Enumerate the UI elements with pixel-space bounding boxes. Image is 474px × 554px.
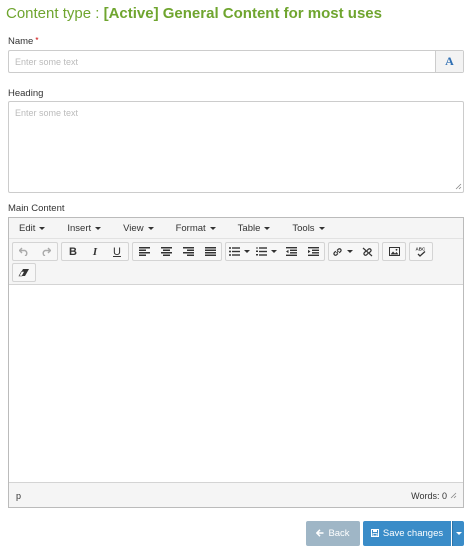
chevron-down-icon <box>347 250 353 253</box>
editor-statusbar: p Words: 0 <box>9 484 463 507</box>
chevron-down-icon <box>95 226 102 230</box>
chevron-down-icon <box>147 226 154 230</box>
align-justify-icon[interactable] <box>199 243 221 260</box>
save-changes-button[interactable]: Save changes <box>363 521 451 546</box>
menu-insert[interactable]: Insert <box>61 223 102 234</box>
heading-textarea[interactable] <box>8 101 464 193</box>
editor-content-area[interactable] <box>9 284 463 483</box>
content-type-name: [Active] General Content for most uses <box>103 5 382 22</box>
bullet-list-icon[interactable] <box>226 243 253 260</box>
resize-grip-icon[interactable] <box>450 492 457 499</box>
align-center-icon[interactable] <box>155 243 177 260</box>
align-left-icon[interactable] <box>133 243 155 260</box>
link-group <box>328 242 379 261</box>
page-title: Content type : [Active] General Content … <box>6 5 382 22</box>
chevron-down-icon <box>244 250 250 253</box>
chevron-down-icon <box>271 250 277 253</box>
editor-toolbar: B I U ABC <box>9 239 463 282</box>
floppy-disk-icon <box>370 528 379 539</box>
chevron-down-icon <box>39 226 46 230</box>
name-field-group: A <box>8 50 464 73</box>
content-type-prefix: Content type : <box>6 5 100 22</box>
chevron-down-icon <box>455 532 462 535</box>
save-options-dropdown[interactable] <box>452 521 464 546</box>
arrow-left-icon <box>316 528 324 539</box>
list-group <box>225 242 325 261</box>
heading-label: Heading <box>8 88 44 99</box>
indent-icon[interactable] <box>302 243 324 260</box>
back-button[interactable]: Back <box>306 521 360 546</box>
name-label: Name * <box>8 36 38 47</box>
eraser-icon[interactable] <box>13 264 35 281</box>
element-path[interactable]: p <box>16 491 21 501</box>
italic-icon[interactable]: I <box>84 243 106 260</box>
name-input[interactable] <box>9 51 435 72</box>
spellcheck-group: ABC <box>409 242 433 261</box>
image-group <box>382 242 406 261</box>
underline-icon[interactable]: U <box>106 243 128 260</box>
word-count: Words: 0 <box>411 490 447 501</box>
format-group: B I U <box>61 242 129 261</box>
unlink-icon[interactable] <box>356 243 378 260</box>
save-label: Save changes <box>382 528 444 539</box>
menu-edit[interactable]: Edit <box>13 223 46 234</box>
rich-text-editor: Edit Insert View Format Table Tools B I … <box>8 217 464 508</box>
resize-grip-icon[interactable] <box>455 183 462 190</box>
main-content-label: Main Content <box>8 203 65 214</box>
chevron-down-icon <box>209 226 216 230</box>
menu-table[interactable]: Table <box>232 223 271 234</box>
bold-icon[interactable]: B <box>62 243 84 260</box>
chevron-down-icon <box>318 226 325 230</box>
history-group <box>12 242 58 261</box>
spellcheck-icon[interactable]: ABC <box>410 243 432 260</box>
link-icon[interactable] <box>329 243 356 260</box>
back-label: Back <box>328 528 350 539</box>
svg-text:ABC: ABC <box>416 247 426 252</box>
menu-view[interactable]: View <box>117 223 154 234</box>
align-group <box>132 242 222 261</box>
menu-tools[interactable]: Tools <box>286 223 325 234</box>
menu-format[interactable]: Format <box>170 223 216 234</box>
numbered-list-icon[interactable] <box>253 243 280 260</box>
undo-icon[interactable] <box>13 243 35 260</box>
chevron-down-icon <box>264 226 271 230</box>
editor-menubar: Edit Insert View Format Table Tools <box>9 218 463 239</box>
name-label-text: Name <box>8 36 34 47</box>
required-marker: * <box>35 36 39 45</box>
outdent-icon[interactable] <box>280 243 302 260</box>
font-icon[interactable]: A <box>435 51 463 72</box>
image-icon[interactable] <box>383 243 405 260</box>
redo-icon[interactable] <box>35 243 57 260</box>
eraser-group <box>12 263 36 282</box>
align-right-icon[interactable] <box>177 243 199 260</box>
